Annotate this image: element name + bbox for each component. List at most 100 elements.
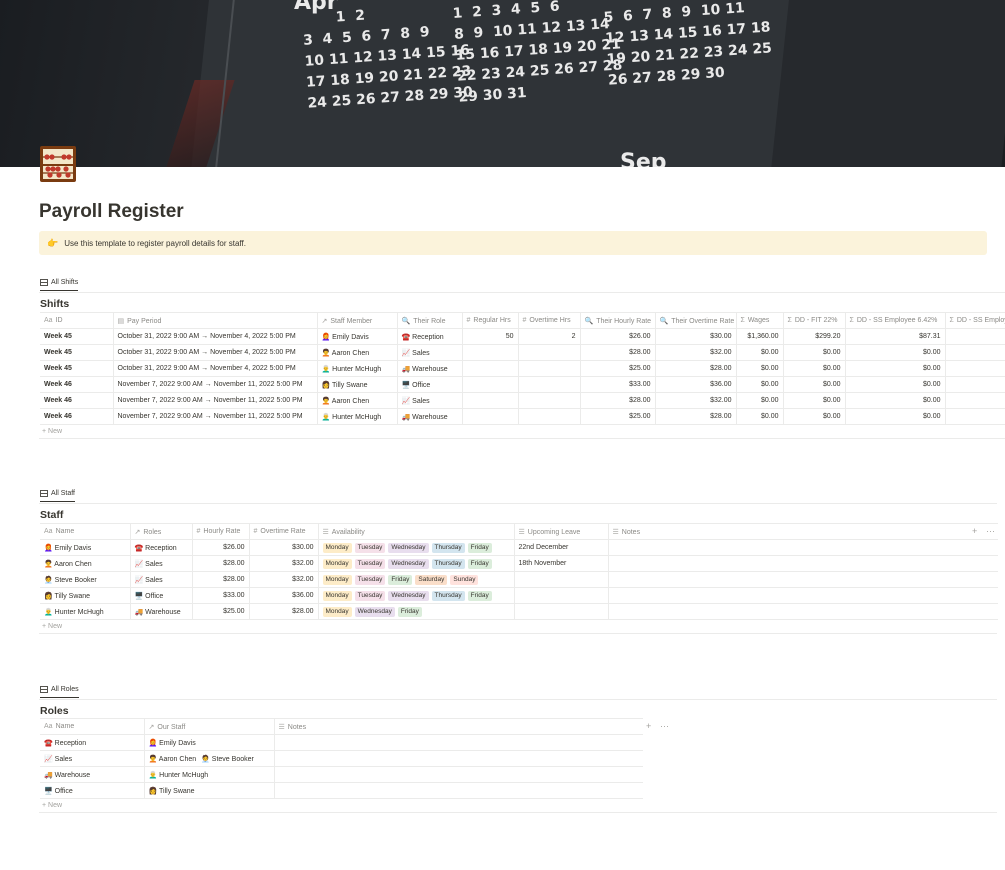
staff-notes-cell[interactable]	[607, 555, 998, 572]
staff-hourly-cell[interactable]: $28.00	[191, 555, 249, 572]
staff-link[interactable]: 👩 Tilly Swane	[149, 788, 195, 795]
role-name-cell[interactable]: ☎️ Reception	[40, 734, 144, 751]
shifts-cell-3-10[interactable]: $0.00	[844, 376, 945, 393]
shifts-cell-4-11[interactable]	[944, 392, 1005, 409]
shifts-cell-0-9[interactable]: $299.20	[782, 328, 845, 345]
shifts-header-1[interactable]: ▤ Pay Period	[112, 312, 317, 329]
shifts-cell-0-5[interactable]: 2	[517, 328, 580, 345]
shifts-cell-4-3[interactable]: 📈 Sales	[396, 392, 462, 409]
shifts-cell-3-9[interactable]: $0.00	[782, 376, 845, 393]
roles-header-0[interactable]: Aa Name	[40, 718, 144, 735]
shifts-cell-5-5[interactable]	[517, 408, 580, 425]
staff-role-cell[interactable]: ☎️ Reception	[129, 539, 192, 556]
shifts-header-5[interactable]: # Overtime Hrs	[517, 312, 580, 329]
tab-all-roles[interactable]: All Roles	[40, 686, 79, 698]
shifts-cell-5-11[interactable]	[944, 408, 1005, 425]
shifts-cell-4-4[interactable]	[461, 392, 518, 409]
staff-name-cell[interactable]: 👩 Tilly Swane	[40, 587, 130, 604]
shifts-cell-4-2[interactable]: 🧑‍🦱 Aaron Chen	[316, 392, 397, 409]
shifts-cell-5-4[interactable]	[461, 408, 518, 425]
shifts-cell-2-9[interactable]: $0.00	[782, 360, 845, 377]
shifts-cell-3-3[interactable]: 🖥️ Office	[396, 376, 462, 393]
shifts-cell-3-0[interactable]: Week 46	[40, 376, 113, 393]
staff-overtime-cell[interactable]: $36.00	[248, 587, 318, 604]
shifts-cell-1-11[interactable]	[944, 344, 1005, 361]
staff-name-cell[interactable]: 🧑‍🦱 Aaron Chen	[40, 555, 130, 572]
staff-role-cell[interactable]: 📈 Sales	[129, 555, 192, 572]
staff-overtime-cell[interactable]: $32.00	[248, 555, 318, 572]
role-notes-cell[interactable]	[273, 782, 643, 799]
shifts-cell-3-1[interactable]: November 7, 2022 9:00 AM → November 11, …	[112, 376, 317, 393]
staff-availability-cell[interactable]: Monday Tuesday Wednesday Thursday Friday	[317, 539, 514, 556]
staff-header-6[interactable]: ☰ Notes	[607, 523, 998, 540]
shifts-cell-2-3[interactable]: 🚚 Warehouse	[396, 360, 462, 377]
staff-link[interactable]: 🧑‍💼 Steve Booker	[201, 756, 254, 763]
staff-role-cell[interactable]: 🚚 Warehouse	[129, 603, 192, 620]
shifts-cell-4-7[interactable]: $32.00	[654, 392, 736, 409]
staff-link[interactable]: 🧑‍🦱 Aaron Chen	[149, 756, 197, 763]
role-notes-cell[interactable]	[273, 750, 643, 767]
staff-new-button[interactable]: + New	[42, 623, 62, 630]
staff-link[interactable]: 👨‍🦳 Hunter McHugh	[149, 772, 209, 779]
role-name-cell[interactable]: 🚚 Warehouse	[40, 766, 144, 783]
shifts-cell-3-5[interactable]	[517, 376, 580, 393]
shifts-header-7[interactable]: 🔍 Their Overtime Rate	[654, 312, 736, 329]
shifts-cell-5-0[interactable]: Week 46	[40, 408, 113, 425]
shifts-cell-0-3[interactable]: ☎️ Reception	[396, 328, 462, 345]
roles-title[interactable]: Roles	[40, 705, 69, 717]
shifts-header-10[interactable]: Σ DD - SS Employee 6.42%	[844, 312, 945, 329]
shifts-cell-1-6[interactable]: $28.00	[579, 344, 655, 361]
shifts-cell-3-8[interactable]: $0.00	[735, 376, 783, 393]
role-staff-cell[interactable]: 👨‍🦳 Hunter McHugh	[143, 766, 274, 783]
staff-name-cell[interactable]: 👨‍🦳 Hunter McHugh	[40, 603, 130, 620]
shifts-cell-0-1[interactable]: October 31, 2022 9:00 AM → November 4, 2…	[112, 328, 317, 345]
shifts-cell-1-8[interactable]: $0.00	[735, 344, 783, 361]
shifts-cell-4-1[interactable]: November 7, 2022 9:00 AM → November 11, …	[112, 392, 317, 409]
shifts-cell-0-6[interactable]: $26.00	[579, 328, 655, 345]
staff-hourly-cell[interactable]: $28.00	[191, 571, 249, 588]
shifts-cell-1-9[interactable]: $0.00	[782, 344, 845, 361]
shifts-header-2[interactable]: ↗ Staff Member	[316, 312, 397, 329]
shifts-header-9[interactable]: Σ DD - FIT 22%	[782, 312, 845, 329]
shifts-cell-5-2[interactable]: 👨‍🦳 Hunter McHugh	[316, 408, 397, 425]
abacus-icon[interactable]	[39, 145, 77, 183]
staff-title[interactable]: Staff	[40, 509, 63, 521]
shifts-cell-2-5[interactable]	[517, 360, 580, 377]
staff-leave-cell[interactable]	[513, 587, 608, 604]
shifts-header-8[interactable]: Σ Wages	[735, 312, 783, 329]
staff-leave-cell[interactable]: 22nd December	[513, 539, 608, 556]
staff-hourly-cell[interactable]: $33.00	[191, 587, 249, 604]
shifts-cell-1-0[interactable]: Week 45	[40, 344, 113, 361]
shifts-cell-0-7[interactable]: $30.00	[654, 328, 736, 345]
staff-role-cell[interactable]: 🖥️ Office	[129, 587, 192, 604]
shifts-cell-2-1[interactable]: October 31, 2022 9:00 AM → November 4, 2…	[112, 360, 317, 377]
staff-overtime-cell[interactable]: $32.00	[248, 571, 318, 588]
shifts-cell-1-7[interactable]: $32.00	[654, 344, 736, 361]
role-name-cell[interactable]: 🖥️ Office	[40, 782, 144, 799]
staff-name-cell[interactable]: 👩‍🦰 Emily Davis	[40, 539, 130, 556]
shifts-cell-5-10[interactable]: $0.00	[844, 408, 945, 425]
role-staff-cell[interactable]: 🧑‍🦱 Aaron Chen 🧑‍💼 Steve Booker	[143, 750, 274, 767]
staff-header-5[interactable]: ☰ Upcoming Leave	[513, 523, 608, 540]
shifts-cell-0-0[interactable]: Week 45	[40, 328, 113, 345]
staff-leave-cell[interactable]: 18th November	[513, 555, 608, 572]
shifts-header-3[interactable]: 🔍 Their Role	[396, 312, 462, 329]
roles-more-button[interactable]: ···	[660, 721, 669, 731]
shifts-cell-2-2[interactable]: 👨‍🦳 Hunter McHugh	[316, 360, 397, 377]
staff-name-cell[interactable]: 🧑‍💼 Steve Booker	[40, 571, 130, 588]
staff-notes-cell[interactable]	[607, 603, 998, 620]
shifts-cell-2-4[interactable]	[461, 360, 518, 377]
staff-notes-cell[interactable]	[607, 571, 998, 588]
role-staff-cell[interactable]: 👩‍🦰 Emily Davis	[143, 734, 274, 751]
staff-availability-cell[interactable]: Monday Tuesday Wednesday Thursday Friday	[317, 555, 514, 572]
staff-header-0[interactable]: Aa Name	[40, 523, 130, 540]
shifts-header-0[interactable]: Aa ID	[40, 312, 113, 329]
role-name-cell[interactable]: 📈 Sales	[40, 750, 144, 767]
shifts-cell-0-10[interactable]: $87.31	[844, 328, 945, 345]
shifts-cell-5-3[interactable]: 🚚 Warehouse	[396, 408, 462, 425]
shifts-cell-4-8[interactable]: $0.00	[735, 392, 783, 409]
staff-more-button[interactable]: ···	[986, 526, 995, 536]
shifts-cell-2-8[interactable]: $0.00	[735, 360, 783, 377]
shifts-cell-0-4[interactable]: 50	[461, 328, 518, 345]
roles-header-2[interactable]: ☰ Notes	[273, 718, 643, 735]
